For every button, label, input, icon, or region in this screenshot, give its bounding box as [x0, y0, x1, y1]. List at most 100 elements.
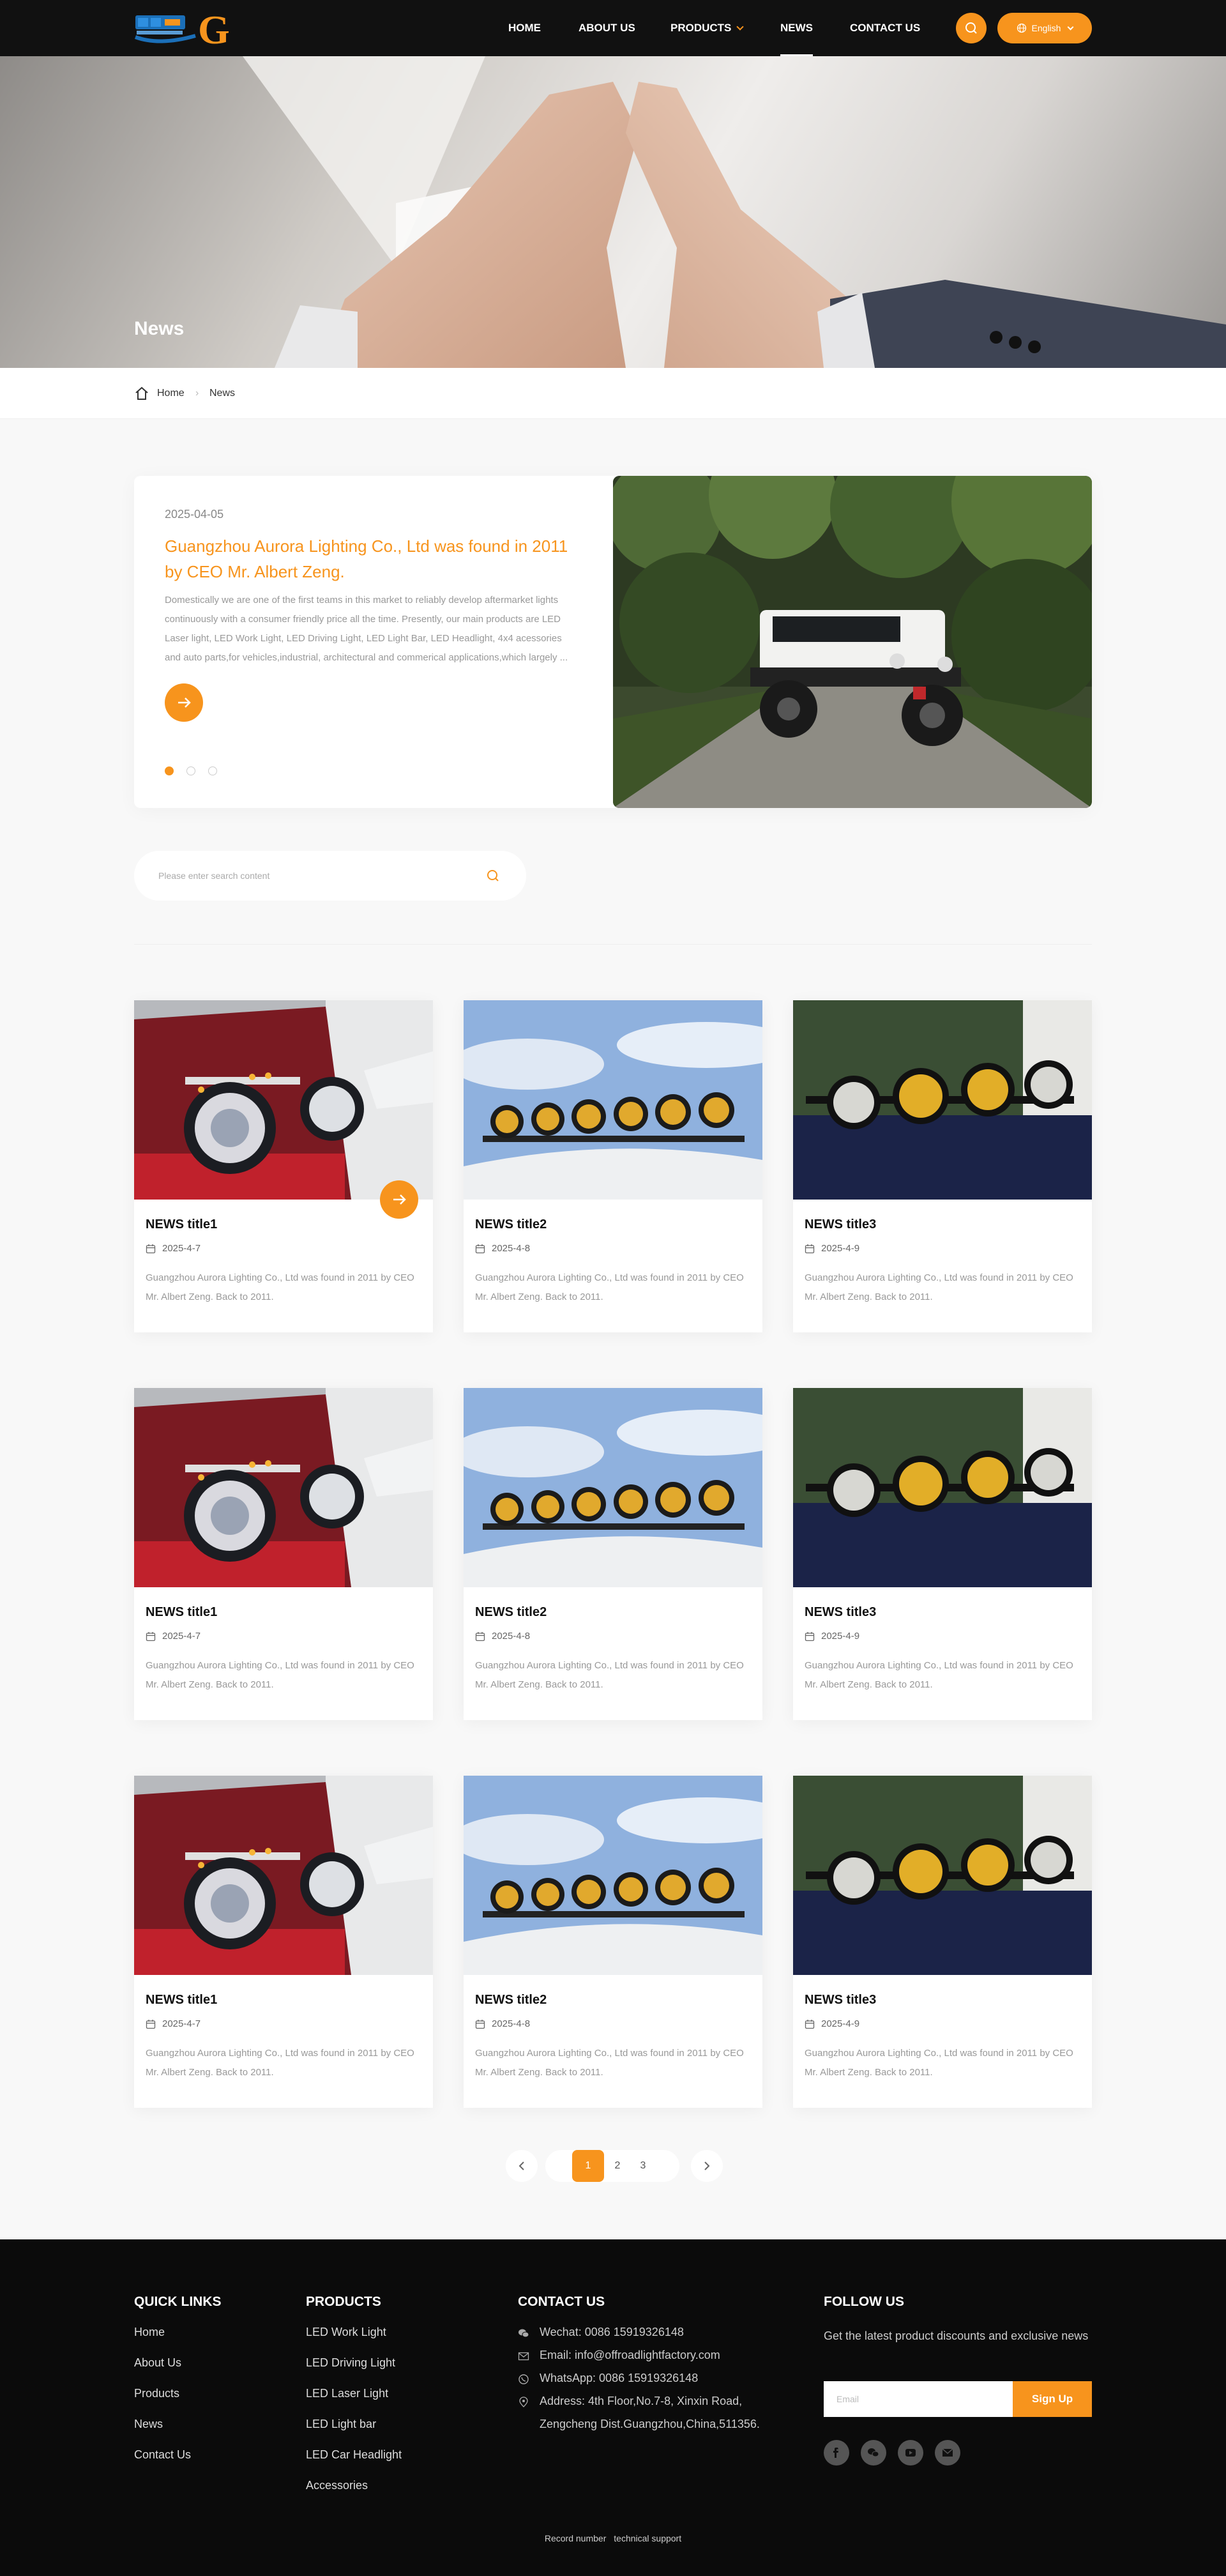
- news-card[interactable]: NEWS title1 2025-4-7 Guangzhou Aurora Li…: [134, 1388, 433, 1720]
- youtube-icon[interactable]: [898, 2440, 923, 2465]
- whatsapp-icon: [518, 2374, 529, 2384]
- nav-about-us[interactable]: ABOUT US: [579, 0, 635, 56]
- news-date: 2025-4-7: [146, 2018, 201, 2029]
- language-selector[interactable]: English: [997, 13, 1092, 43]
- news-search-button[interactable]: [484, 867, 502, 885]
- news-card[interactable]: NEWS title2 2025-4-8 Guangzhou Aurora Li…: [464, 1388, 762, 1720]
- footer-product-laser-light[interactable]: LED Laser Light: [306, 2387, 388, 2400]
- pagination-prev[interactable]: [506, 2150, 538, 2182]
- footer-record-number[interactable]: Record number: [545, 2533, 607, 2543]
- site-logo[interactable]: G: [134, 6, 232, 52]
- logo-letter: G: [198, 7, 230, 50]
- nav-home[interactable]: HOME: [508, 0, 541, 56]
- slider-dots: [165, 766, 217, 775]
- featured-title[interactable]: Guangzhou Aurora Lighting Co., Ltd was f…: [165, 533, 573, 584]
- footer-link-contact-us[interactable]: Contact Us: [134, 2448, 191, 2462]
- footer-address-line2: Zengcheng Dist.Guangzhou,China,511356.: [540, 2418, 760, 2430]
- calendar-icon: [805, 2019, 815, 2029]
- featured-read-more-button[interactable]: [165, 683, 203, 722]
- news-card[interactable]: NEWS title1 2025-4-7 Guangzhou Aurora Li…: [134, 1776, 433, 2108]
- search-icon: [965, 22, 977, 34]
- hero-banner: News: [0, 56, 1226, 368]
- footer-wechat-text: Wechat: 0086 15919326148: [540, 2326, 684, 2338]
- search-icon: [487, 870, 499, 881]
- chevron-right-icon: [704, 2161, 710, 2170]
- footer-product-driving-light[interactable]: LED Driving Light: [306, 2356, 395, 2370]
- news-search-input[interactable]: [158, 851, 465, 901]
- news-excerpt: Guangzhou Aurora Lighting Co., Ltd was f…: [805, 1660, 1073, 1690]
- footer-product-work-light[interactable]: LED Work Light: [306, 2326, 386, 2339]
- language-label: English: [1031, 23, 1061, 33]
- news-date-text: 2025-4-7: [162, 1631, 201, 1642]
- nav-news[interactable]: NEWS: [780, 0, 813, 56]
- footer-link-news[interactable]: News: [134, 2418, 163, 2431]
- email-icon[interactable]: [935, 2440, 960, 2465]
- news-image-roof-lights: [464, 1000, 762, 1200]
- email-icon: [518, 2352, 529, 2361]
- footer-email-text: Email: info@offroadlightfactory.com: [540, 2349, 720, 2361]
- footer-product-car-headlight[interactable]: LED Car Headlight: [306, 2448, 402, 2462]
- news-excerpt: Guangzhou Aurora Lighting Co., Ltd was f…: [146, 2048, 414, 2078]
- facebook-icon[interactable]: [824, 2440, 849, 2465]
- nav-label: NEWS: [780, 22, 813, 34]
- news-date-text: 2025-4-8: [492, 1631, 531, 1642]
- news-title: NEWS title2: [475, 1217, 547, 1231]
- nav-label: ABOUT US: [579, 22, 635, 34]
- breadcrumb: Home › News: [0, 368, 1226, 419]
- news-date-text: 2025-4-7: [162, 1243, 201, 1254]
- news-image-red-car-lights: [134, 1388, 433, 1587]
- footer-email[interactable]: Email: info@offroadlightfactory.com: [518, 2349, 720, 2362]
- slider-dot-1[interactable]: [165, 766, 174, 775]
- footer-link-home[interactable]: Home: [134, 2326, 165, 2339]
- footer-whatsapp-text: WhatsApp: 0086 15919326148: [540, 2372, 699, 2384]
- pagination-next[interactable]: [691, 2150, 723, 2182]
- slider-dot-3[interactable]: [208, 766, 217, 775]
- calendar-icon: [805, 1244, 815, 1253]
- nav-label: CONTACT US: [850, 22, 921, 34]
- calendar-icon: [805, 1631, 815, 1641]
- news-date-text: 2025-4-9: [821, 1243, 860, 1254]
- wechat-icon[interactable]: [861, 2440, 886, 2465]
- news-date-text: 2025-4-9: [821, 2018, 860, 2029]
- news-image-red-car-lights: [134, 1776, 433, 1975]
- chevron-down-icon: [1068, 24, 1074, 30]
- nav-products[interactable]: PRODUCTS: [670, 0, 745, 56]
- footer-tech-support[interactable]: technical support: [614, 2533, 681, 2543]
- footer-bottom-bar: Record number technical support: [0, 2533, 1226, 2543]
- news-card[interactable]: NEWS title1 2025-4-7 Guangzhou Aurora Li…: [134, 1000, 433, 1332]
- pagination-page-3[interactable]: 3: [627, 2150, 659, 2182]
- header-search-button[interactable]: [956, 13, 987, 43]
- breadcrumb-separator: ›: [195, 388, 199, 399]
- news-date: 2025-4-8: [475, 2018, 530, 2029]
- news-title: NEWS title3: [805, 1217, 877, 1231]
- news-card[interactable]: NEWS title3 2025-4-9 Guangzhou Aurora Li…: [793, 1000, 1092, 1332]
- newsletter-email-input[interactable]: [824, 2381, 1013, 2417]
- wechat-icon: [518, 2329, 529, 2338]
- arrow-right-icon: [178, 697, 191, 708]
- news-excerpt: Guangzhou Aurora Lighting Co., Ltd was f…: [805, 1272, 1073, 1302]
- footer-product-accessories[interactable]: Accessories: [306, 2479, 368, 2492]
- footer-whatsapp: WhatsApp: 0086 15919326148: [518, 2372, 698, 2385]
- pagination-page-1[interactable]: 1: [572, 2150, 604, 2182]
- chevron-left-icon: [518, 2161, 524, 2170]
- news-card[interactable]: NEWS title3 2025-4-9 Guangzhou Aurora Li…: [793, 1388, 1092, 1720]
- nav-contact-us[interactable]: CONTACT US: [850, 0, 920, 56]
- news-date: 2025-4-9: [805, 1243, 859, 1254]
- footer-link-about-us[interactable]: About Us: [134, 2356, 181, 2370]
- news-image-bumper-lights: [793, 1388, 1092, 1587]
- news-excerpt: Guangzhou Aurora Lighting Co., Ltd was f…: [475, 1660, 744, 1690]
- footer-product-light-bar[interactable]: LED Light bar: [306, 2418, 376, 2431]
- calendar-icon: [475, 1244, 485, 1253]
- news-date: 2025-4-7: [146, 1631, 201, 1642]
- news-card[interactable]: NEWS title2 2025-4-8 Guangzhou Aurora Li…: [464, 1000, 762, 1332]
- page-title: News: [134, 318, 185, 339]
- footer-products-heading: PRODUCTS: [306, 2294, 381, 2309]
- news-card[interactable]: NEWS title2 2025-4-8 Guangzhou Aurora Li…: [464, 1776, 762, 2108]
- news-card[interactable]: NEWS title3 2025-4-9 Guangzhou Aurora Li…: [793, 1776, 1092, 2108]
- news-date: 2025-4-8: [475, 1631, 530, 1642]
- footer-link-products[interactable]: Products: [134, 2387, 179, 2400]
- newsletter-signup-button[interactable]: Sign Up: [1013, 2381, 1092, 2417]
- card-read-more-button[interactable]: [380, 1180, 418, 1219]
- slider-dot-2[interactable]: [186, 766, 195, 775]
- breadcrumb-home[interactable]: Home: [157, 368, 185, 419]
